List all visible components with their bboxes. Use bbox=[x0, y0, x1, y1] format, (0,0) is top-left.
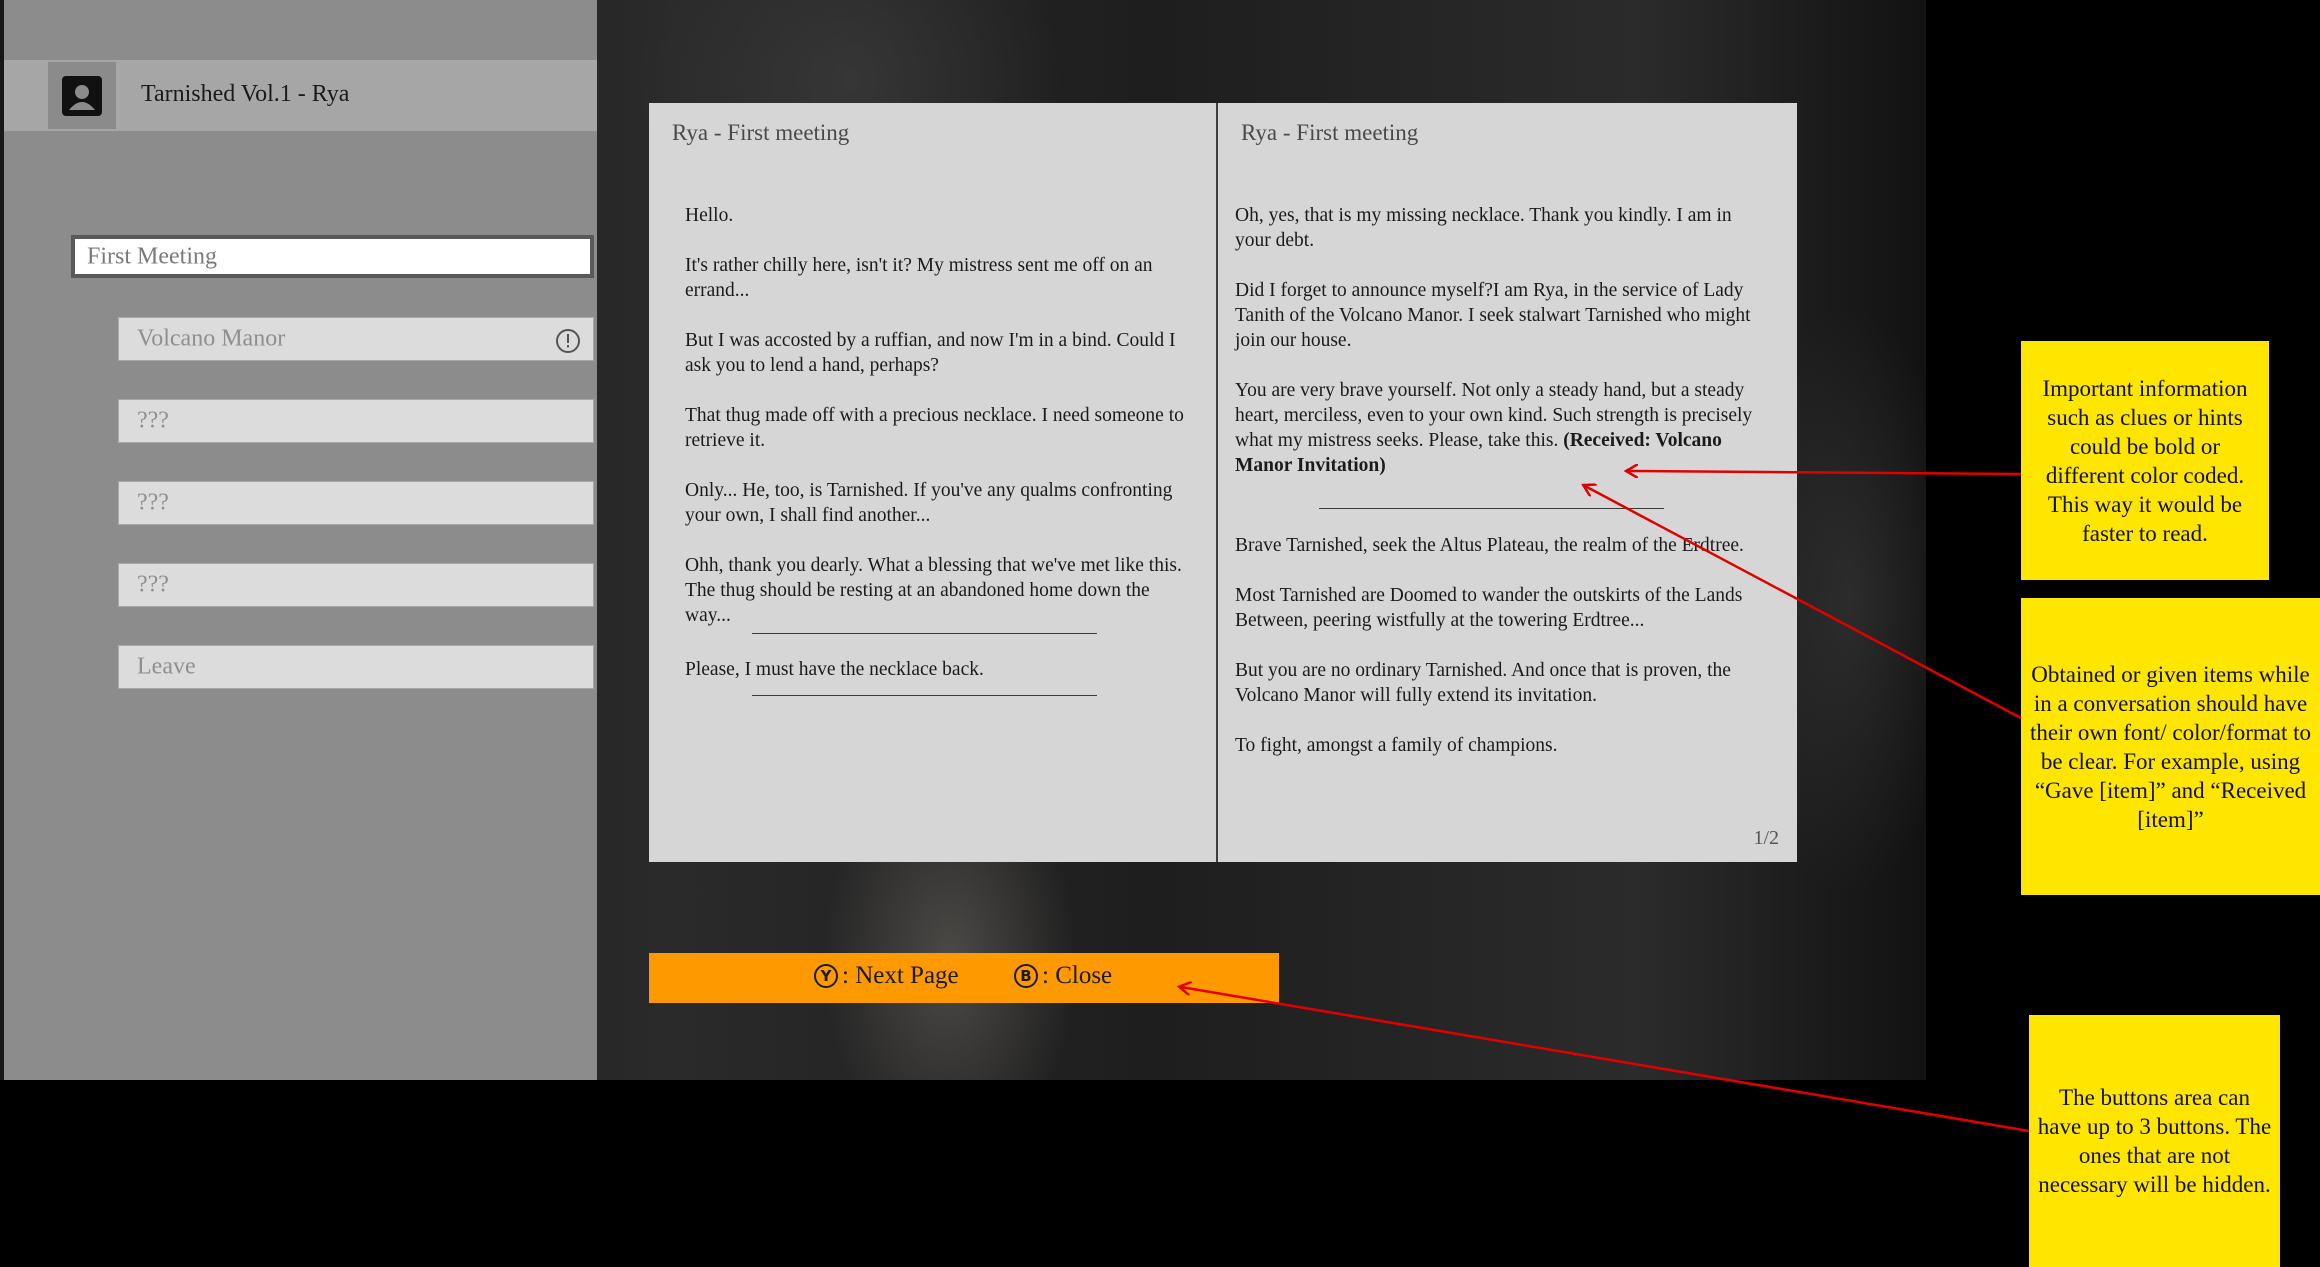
arrow-to-received-item bbox=[1585, 486, 2022, 720]
arrow-to-button-bar bbox=[1181, 987, 2030, 1133]
arrow-to-received-text bbox=[1628, 471, 2022, 474]
annotation-arrows bbox=[0, 0, 2030, 1133]
